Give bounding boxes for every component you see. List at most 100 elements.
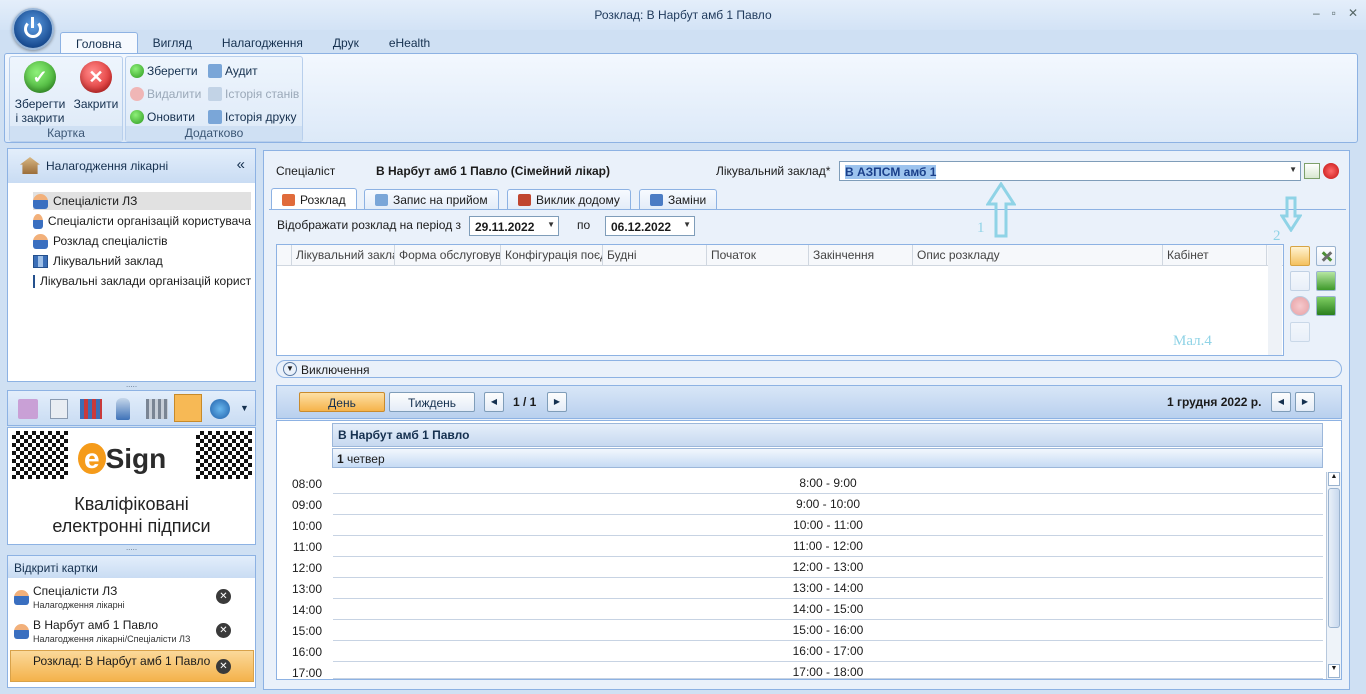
col-config[interactable]: Конфігурація поєднання: [501, 245, 603, 265]
time-slot[interactable]: 9:00 - 10:00: [333, 494, 1323, 515]
exclusions-expander[interactable]: ▼ Виключення: [276, 360, 1342, 378]
print-history-icon: [208, 110, 222, 124]
save-close-button[interactable]: ✓ Зберегти і закрити: [12, 61, 68, 125]
chevron-down-icon[interactable]: ▼: [547, 220, 555, 229]
tab-print[interactable]: Друк: [318, 32, 374, 54]
delete-schedule-button[interactable]: [1290, 296, 1310, 316]
tab-substitutions[interactable]: Заміни: [639, 189, 718, 210]
print-history-button[interactable]: Історія друку: [208, 108, 296, 126]
refresh-schedule-button[interactable]: [1290, 322, 1310, 342]
open-facility-icon[interactable]: [1304, 163, 1320, 179]
expand-icon[interactable]: ▼: [283, 362, 297, 376]
col-service-form[interactable]: Форма обслуговування: [395, 245, 501, 265]
annotation-arrow-up: [985, 181, 1017, 238]
sidebar-item-org-facilities[interactable]: Лікувальні заклади організацій користува…: [33, 272, 251, 290]
close-card-icon[interactable]: ✕: [216, 589, 231, 604]
banner-line2: електронні підписи: [52, 516, 211, 536]
time-slot[interactable]: 15:00 - 16:00: [333, 620, 1323, 641]
col-facility[interactable]: Лікувальний заклад: [292, 245, 395, 265]
day-header: 1 четвер: [332, 448, 1323, 468]
maximize-button[interactable]: ▫: [1332, 6, 1336, 20]
close-window-button[interactable]: ✕: [1348, 6, 1358, 20]
day-view-button[interactable]: День: [299, 392, 385, 412]
close-card-icon[interactable]: ✕: [216, 623, 231, 638]
tab-appointments[interactable]: Запис на прийом: [364, 189, 499, 210]
time-slot[interactable]: 16:00 - 17:00: [333, 641, 1323, 662]
minimize-button[interactable]: –: [1313, 6, 1320, 20]
date-to-field[interactable]: 06.12.2022 ▼: [605, 216, 695, 236]
scroll-thumb[interactable]: [1328, 488, 1340, 628]
col-start[interactable]: Початок: [707, 245, 809, 265]
hour-label: 14:00: [291, 603, 322, 617]
next-page-button[interactable]: ▶: [547, 392, 567, 412]
week-view-button[interactable]: Тиждень: [389, 392, 475, 412]
globe-icon[interactable]: [210, 399, 230, 419]
tab-view[interactable]: Вигляд: [138, 32, 207, 54]
sidebar-item-facility[interactable]: Лікувальний заклад: [33, 252, 251, 270]
archive-icon[interactable]: [146, 399, 168, 419]
col-description[interactable]: Опис розкладу: [913, 245, 1163, 265]
esign-banner[interactable]: e Sign Кваліфіковані електронні підписи: [7, 427, 256, 545]
time-slot[interactable]: 14:00 - 15:00: [333, 599, 1323, 620]
scroll-up-icon[interactable]: ▲: [1328, 472, 1340, 486]
col-weekdays[interactable]: Будні: [603, 245, 707, 265]
open-card-item[interactable]: Спеціалісти ЛЗ Налагодження лікарні ✕: [12, 583, 252, 615]
ribbon-group-extra: Зберегти Видалити Оновити Аудит Історія …: [125, 56, 303, 142]
col-cabinet[interactable]: Кабінет: [1163, 245, 1267, 265]
tab-ehealth[interactable]: eHealth: [374, 32, 445, 54]
date-from-field[interactable]: 29.11.2022 ▼: [469, 216, 559, 236]
tools-button[interactable]: [1316, 246, 1336, 266]
report-icon[interactable]: [80, 399, 102, 419]
scroll-down-icon[interactable]: ▼: [1328, 664, 1340, 678]
time-slot[interactable]: 13:00 - 14:00: [333, 578, 1323, 599]
copy-button[interactable]: [1290, 271, 1310, 291]
hospital-settings-icon[interactable]: [174, 394, 202, 422]
delete-button[interactable]: Видалити: [130, 85, 201, 103]
audit-button[interactable]: Аудит: [208, 62, 258, 80]
time-slot[interactable]: 8:00 - 9:00: [333, 473, 1323, 494]
time-slot[interactable]: 11:00 - 12:00: [333, 536, 1323, 557]
sidebar-nav-panel: Налагодження лікарні « Спеціалісти ЛЗ Сп…: [7, 148, 256, 382]
tab-home[interactable]: Головна: [60, 32, 138, 54]
document-icon[interactable]: [50, 399, 68, 419]
calendar-scrollbar[interactable]: ▲ ▼: [1326, 472, 1341, 679]
state-history-button[interactable]: Історія станів: [208, 85, 299, 103]
close-button[interactable]: ✕ Закрити: [68, 61, 124, 111]
open-card-item-active[interactable]: Розклад: В Нарбут амб 1 Павло ✕: [10, 650, 254, 682]
time-slot[interactable]: 12:00 - 13:00: [333, 557, 1323, 578]
time-slot[interactable]: 10:00 - 11:00: [333, 515, 1323, 536]
save-button[interactable]: Зберегти: [130, 62, 198, 80]
next-day-button[interactable]: ▶: [1295, 392, 1315, 412]
collapse-button[interactable]: «: [237, 156, 245, 173]
tab-home-visit[interactable]: Виклик додому: [507, 189, 631, 210]
hour-label: 10:00: [291, 519, 322, 533]
prev-day-button[interactable]: ◀: [1271, 392, 1291, 412]
tab-settings[interactable]: Налагодження: [207, 32, 318, 54]
flag-button[interactable]: [1316, 296, 1336, 316]
sidebar-item-org-specialists[interactable]: Спеціалісти організацій користувача: [33, 212, 251, 230]
tab-schedule[interactable]: Розклад: [271, 188, 357, 210]
chevron-down-icon[interactable]: ▼: [683, 220, 691, 229]
link-button[interactable]: [1316, 271, 1336, 291]
prev-page-button[interactable]: ◀: [484, 392, 504, 412]
sidebar-item-schedules[interactable]: Розклад спеціалістів: [33, 232, 251, 250]
col-end[interactable]: Закінчення: [809, 245, 913, 265]
add-schedule-button[interactable]: [1290, 246, 1310, 266]
refresh-button[interactable]: Оновити: [130, 108, 195, 126]
time-slot[interactable]: 17:00 - 18:00: [333, 662, 1323, 679]
calendar-icon[interactable]: [18, 399, 38, 419]
hour-label: 11:00: [292, 540, 322, 554]
sidebar-item-specialists[interactable]: Спеціалісти ЛЗ: [33, 192, 251, 210]
splitter[interactable]: .....: [7, 544, 256, 553]
medical-icon[interactable]: [116, 398, 130, 420]
splitter[interactable]: .....: [7, 381, 256, 390]
ribbon: ✓ Зберегти і закрити ✕ Закрити Картка Зб…: [4, 53, 1358, 143]
facility-select[interactable]: В АЗПСМ амб 1 ▼: [839, 161, 1301, 181]
clear-icon[interactable]: [1323, 163, 1339, 179]
open-card-item[interactable]: В Нарбут амб 1 Павло Налагодження лікарн…: [12, 617, 252, 649]
close-card-icon[interactable]: ✕: [216, 659, 231, 674]
chevron-down-icon[interactable]: ▼: [1289, 165, 1297, 174]
chevron-down-icon[interactable]: ▼: [240, 403, 249, 413]
grid-scrollbar[interactable]: [1268, 246, 1282, 355]
app-menu-orb[interactable]: [12, 8, 54, 50]
